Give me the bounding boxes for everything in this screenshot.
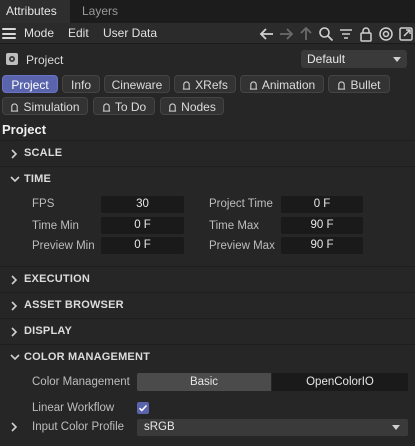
chevron-right-icon[interactable]: [10, 422, 18, 432]
preview-min-field[interactable]: 0 F: [101, 237, 184, 254]
group-title: TIME: [24, 173, 52, 185]
section-title: Project: [2, 122, 47, 137]
chevron-right-icon: [10, 275, 18, 285]
forward-arrow-icon[interactable]: [278, 26, 294, 42]
color-mode-ocio-button[interactable]: OpenColorIO: [272, 373, 408, 391]
preview-max-label: Preview Max: [209, 240, 275, 252]
divider: [0, 344, 415, 345]
checkmark-icon: [138, 404, 148, 412]
project-time-field[interactable]: 0 F: [281, 196, 363, 213]
menu-edit[interactable]: Edit: [68, 26, 89, 40]
preview-min-label: Preview Min: [32, 240, 95, 252]
divider: [0, 166, 415, 167]
chevron-down-icon: [10, 353, 20, 363]
tab-nodes[interactable]: Nodes: [160, 97, 224, 115]
menu-user-data[interactable]: User Data: [103, 26, 157, 40]
tab-label: Bullet: [350, 78, 381, 92]
group-scale[interactable]: SCALE: [0, 143, 415, 165]
chevron-down-icon: [10, 175, 20, 185]
tab-bullet[interactable]: Bullet: [328, 75, 390, 93]
tab-layers[interactable]: Layers: [82, 0, 118, 23]
chevron-right-icon: [10, 301, 18, 311]
lock-icon: [102, 103, 110, 112]
menu-mode[interactable]: Mode: [24, 26, 54, 40]
lock-icon: [338, 81, 346, 90]
tab-label: Nodes: [181, 100, 216, 114]
preview-max-field[interactable]: 90 F: [281, 237, 363, 254]
preset-value: Default: [307, 52, 346, 66]
tab-simulation[interactable]: Simulation: [2, 97, 88, 115]
tab-project[interactable]: Project: [2, 75, 58, 93]
chevron-down-icon: [393, 57, 401, 62]
back-arrow-icon[interactable]: [259, 26, 275, 42]
color-mode-basic-button[interactable]: Basic: [137, 373, 271, 391]
tab-info[interactable]: Info: [62, 75, 100, 93]
input-color-profile-label: Input Color Profile: [32, 421, 125, 433]
tab-cineware[interactable]: Cineware: [104, 75, 170, 93]
divider: [0, 292, 415, 293]
chevron-right-icon: [10, 327, 18, 337]
lock-icon[interactable]: [358, 26, 374, 42]
input-color-profile-value: sRGB: [144, 421, 175, 433]
tab-animation[interactable]: Animation: [240, 75, 324, 93]
group-asset-browser[interactable]: ASSET BROWSER: [0, 295, 415, 317]
project-time-label: Project Time: [209, 198, 273, 210]
object-header: Project Default: [0, 48, 415, 72]
project-gear-icon: [5, 52, 19, 66]
object-label: Project: [26, 53, 64, 67]
lock-icon: [11, 103, 19, 112]
menubar: Mode Edit User Data: [0, 23, 415, 44]
divider: [0, 140, 415, 141]
time-max-label: Time Max: [209, 220, 260, 232]
group-title: COLOR MANAGEMENT: [24, 351, 151, 363]
input-color-profile-dropdown[interactable]: sRGB: [137, 419, 408, 436]
panel-tabbar: Attributes Layers: [0, 0, 415, 23]
divider: [0, 318, 415, 319]
tab-label: Project: [11, 78, 49, 92]
group-title: ASSET BROWSER: [24, 299, 124, 311]
target-icon[interactable]: [378, 26, 394, 42]
divider: [0, 266, 415, 267]
filter-icon[interactable]: [338, 26, 354, 42]
new-window-icon[interactable]: [398, 26, 414, 42]
time-max-field[interactable]: 90 F: [281, 217, 363, 234]
group-title: EXECUTION: [24, 273, 90, 285]
time-min-label: Time Min: [32, 220, 79, 232]
chevron-down-icon: [392, 425, 400, 430]
tab-label: Simulation: [23, 100, 80, 114]
lock-icon: [183, 81, 191, 90]
tab-attributes[interactable]: Attributes: [0, 0, 70, 23]
preset-dropdown[interactable]: Default: [301, 50, 407, 68]
linear-workflow-checkbox[interactable]: [137, 402, 149, 414]
search-icon[interactable]: [318, 26, 334, 42]
tab-label: XRefs: [195, 78, 228, 92]
chevron-right-icon: [10, 149, 18, 159]
tab-xrefs[interactable]: XRefs: [174, 75, 236, 93]
hamburger-menu-icon[interactable]: [2, 28, 16, 39]
up-arrow-icon[interactable]: [298, 26, 314, 42]
group-time[interactable]: TIME: [0, 169, 415, 191]
tab-to-do[interactable]: To Do: [93, 97, 155, 115]
group-display[interactable]: DISPLAY: [0, 321, 415, 343]
time-min-field[interactable]: 0 F: [101, 217, 184, 234]
fps-label: FPS: [32, 198, 55, 210]
color-management-label: Color Management: [32, 376, 130, 388]
linear-workflow-label: Linear Workflow: [32, 402, 115, 414]
tab-label: To Do: [114, 100, 147, 114]
tab-label: Cineware: [111, 78, 163, 92]
group-execution[interactable]: EXECUTION: [0, 269, 415, 291]
tab-label: Info: [70, 78, 91, 92]
lock-icon: [249, 81, 257, 90]
lock-icon: [169, 103, 177, 112]
tab-label: Animation: [261, 78, 316, 92]
group-title: DISPLAY: [24, 325, 73, 337]
group-title: SCALE: [24, 147, 63, 159]
fps-field[interactable]: 30: [101, 196, 184, 213]
group-color-management[interactable]: COLOR MANAGEMENT: [0, 347, 415, 369]
